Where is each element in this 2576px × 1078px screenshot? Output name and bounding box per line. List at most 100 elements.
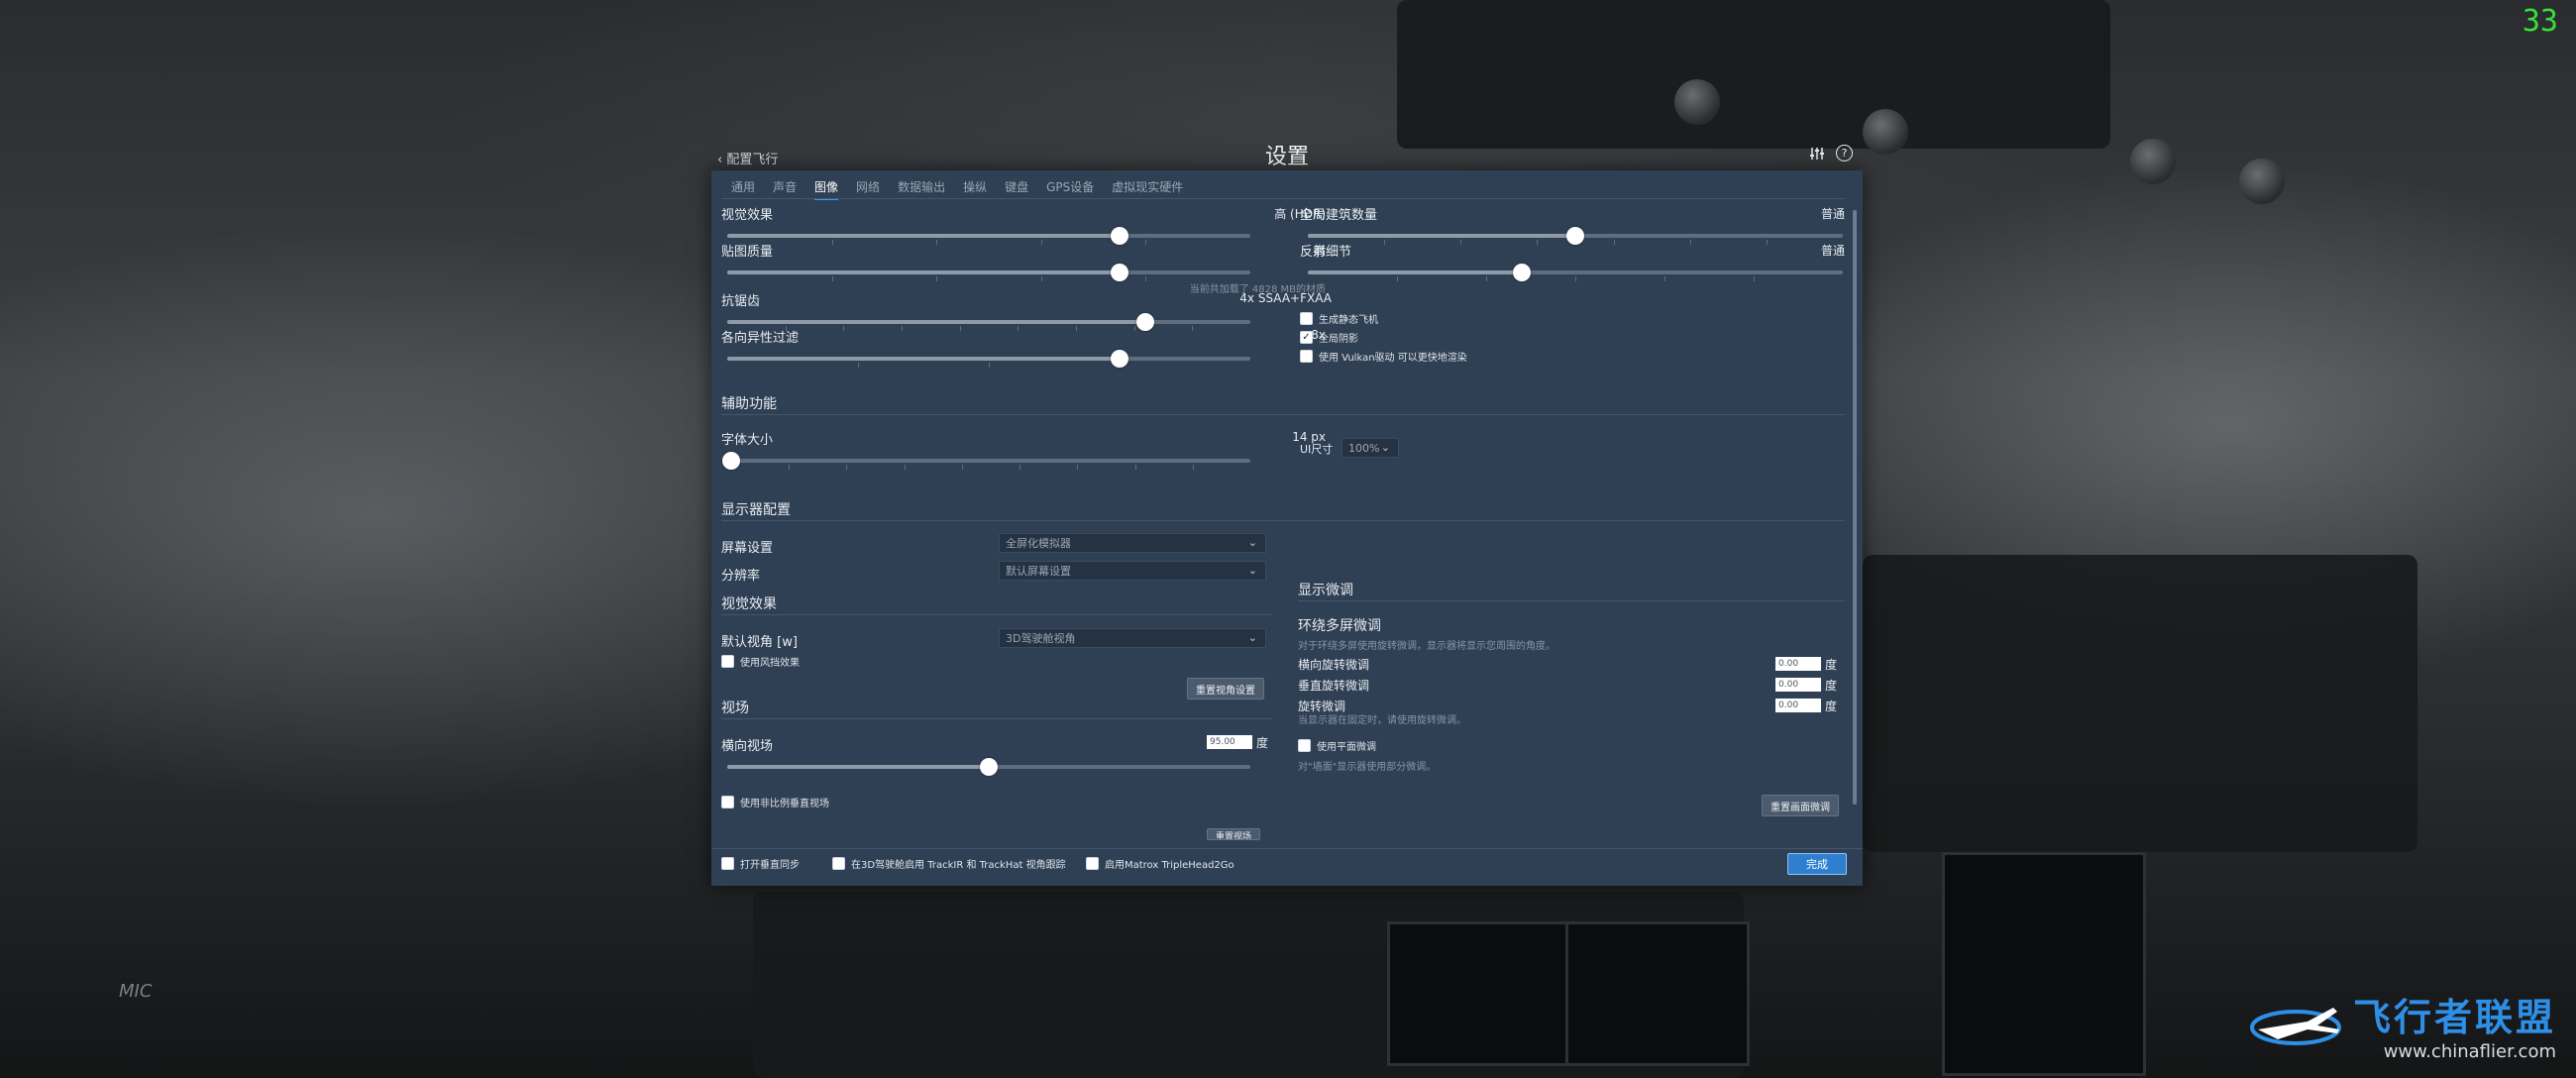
reflection-detail-slider[interactable]: [1308, 264, 1843, 281]
vertical-adjust-input[interactable]: 0.00: [1775, 678, 1821, 692]
tab-6[interactable]: 键盘: [1005, 178, 1028, 200]
checkbox-box: [1300, 350, 1313, 363]
graphics-option-label: 生成静态飞机: [1319, 315, 1378, 326]
slider-tick: [1384, 240, 1386, 245]
ui-size-label: UI尺寸: [1300, 443, 1334, 456]
slider-thumb[interactable]: [1111, 264, 1128, 281]
tab-0[interactable]: 通用: [731, 178, 755, 200]
section-divider: [721, 520, 1845, 521]
visual-effects-slider[interactable]: [727, 227, 1250, 245]
tab-7[interactable]: GPS设备: [1046, 178, 1094, 200]
graphics-option-checkbox[interactable]: 生成静态飞机: [1300, 311, 1378, 326]
slider-tick: [789, 465, 791, 470]
slider-thumb[interactable]: [980, 758, 998, 776]
help-icon[interactable]: ?: [1836, 145, 1853, 162]
trackir-checkbox[interactable]: 在3D驾驶舱启用 TrackIR 和 TrackHat 视角跟踪: [832, 856, 1066, 871]
tab-1[interactable]: 声音: [773, 178, 797, 200]
windshield-effect-label: 使用风挡效果: [740, 658, 800, 669]
tab-3[interactable]: 网络: [856, 178, 880, 200]
trackir-label: 在3D驾驶舱启用 TrackIR 和 TrackHat 视角跟踪: [851, 860, 1066, 871]
lateral-adjust-input[interactable]: 0.00: [1775, 657, 1821, 671]
matrox-checkbox[interactable]: 启用Matrox TripleHead2Go: [1086, 856, 1234, 871]
font-size-label: 字体大小: [721, 433, 774, 448]
slider-tick: [1486, 276, 1487, 281]
horizontal-fov-unit: 度: [1256, 736, 1269, 750]
reflection-detail-label: 反射细节: [1300, 245, 1352, 260]
texture-quality-slider[interactable]: [727, 264, 1250, 281]
sliders-icon[interactable]: [1808, 145, 1826, 162]
checkbox-box: [1300, 312, 1313, 325]
screen-setting-label: 屏幕设置: [721, 541, 774, 556]
windshield-effect-checkbox[interactable]: 使用风挡效果: [721, 654, 800, 669]
watermark-text: 飞行者联盟 www.chinaflier.com: [2353, 987, 2556, 1062]
section-divider: [721, 718, 1272, 719]
slider-tick: [831, 276, 833, 281]
horizontal-fov-slider[interactable]: [727, 758, 1250, 776]
graphics-option-checkbox[interactable]: 使用 Vulkan驱动 可以更快地渲染: [1300, 349, 1467, 364]
slider-tick: [1754, 276, 1755, 281]
texture-quality-value: 高: [1313, 244, 1326, 258]
horizontal-fov-input[interactable]: 95.00: [1207, 735, 1252, 749]
fps-counter: 33: [2522, 4, 2558, 39]
reset-display-adjust-button[interactable]: 重置画面微调: [1762, 795, 1839, 816]
slider-fill: [1308, 234, 1575, 238]
pfd-display: [1387, 921, 1571, 1066]
overhead-knob: [2130, 139, 2176, 184]
slider-tick: [1537, 240, 1539, 245]
done-button[interactable]: 完成: [1787, 853, 1847, 875]
plane-logo-icon: [2249, 1008, 2341, 1045]
world-objects-slider[interactable]: [1308, 227, 1843, 245]
slider-thumb[interactable]: [722, 452, 740, 470]
slider-tick: [936, 240, 938, 245]
slider-tick: [1460, 240, 1462, 245]
slider-thumb[interactable]: [1513, 264, 1531, 281]
screen-setting-select[interactable]: 全屏化模拟器 ⌄: [999, 533, 1266, 553]
font-size-slider[interactable]: [722, 452, 1250, 470]
roll-adjust-unit: 度: [1825, 700, 1838, 713]
display-adjust-section-title: 显示微调: [1298, 583, 1353, 598]
tab-4[interactable]: 数据输出: [898, 178, 945, 200]
checkbox-box: [1298, 739, 1311, 752]
default-view-select[interactable]: 3D驾驶舱视角 ⌄: [999, 628, 1266, 648]
overhead-knob: [1863, 109, 1908, 155]
tab-8[interactable]: 虚拟现实硬件: [1112, 178, 1183, 200]
chevron-down-icon: ⌄: [1380, 441, 1390, 454]
visual-section-title: 视觉效果: [721, 596, 777, 612]
resolution-select[interactable]: 默认屏幕设置 ⌄: [999, 561, 1266, 581]
surround-adjust-title: 环绕多屏微调: [1298, 618, 1381, 634]
scrollbar-thumb[interactable]: [1853, 210, 1857, 805]
world-objects-label: 全局建筑数量: [1300, 208, 1378, 223]
watermark: 飞行者联盟 www.chinaflier.com: [2248, 987, 2556, 1062]
scrollbar[interactable]: [1853, 210, 1857, 805]
nonproportional-fov-label: 使用非比例垂直视场: [740, 799, 829, 809]
flat-adjust-description: 对"墙面"显示器使用部分微调。: [1298, 762, 1437, 773]
chevron-down-icon: ⌄: [1247, 564, 1257, 577]
ui-size-select[interactable]: 100% ⌄: [1342, 438, 1399, 458]
vsync-checkbox[interactable]: 打开垂直同步: [721, 856, 800, 871]
tab-5[interactable]: 操纵: [963, 178, 987, 200]
watermark-title: 飞行者联盟: [2352, 996, 2556, 1039]
antialiasing-slider[interactable]: [727, 313, 1250, 331]
slider-tick: [1134, 465, 1136, 470]
slider-thumb[interactable]: [1111, 350, 1128, 368]
screen-setting-value: 全屏化模拟器: [1006, 537, 1071, 550]
reset-fov-button[interactable]: 重置视场: [1207, 828, 1261, 840]
slider-thumb[interactable]: [1111, 227, 1128, 245]
vertical-adjust-label: 垂直旋转微调: [1298, 679, 1370, 693]
checkbox-box: [721, 655, 734, 668]
tab-2[interactable]: 图像: [814, 178, 839, 200]
dialog-header: ‹ 配置飞行 设置 ?: [711, 135, 1863, 170]
slider-fill: [727, 320, 1146, 324]
lateral-adjust-unit: 度: [1825, 658, 1838, 672]
slider-tick: [902, 326, 903, 331]
reset-view-button[interactable]: 重置视角设置: [1187, 678, 1264, 700]
flat-adjust-checkbox[interactable]: 使用平面微调: [1298, 738, 1376, 753]
graphics-option-checkbox[interactable]: ✓ 全局阴影: [1300, 330, 1358, 345]
roll-adjust-input[interactable]: 0.00: [1775, 699, 1821, 712]
anisotropic-slider[interactable]: [727, 350, 1250, 368]
surround-adjust-description: 对于环绕多屏使用旋转微调，显示器将显示您周围的角度。: [1298, 641, 1556, 652]
slider-tick: [936, 276, 938, 281]
nonproportional-fov-checkbox[interactable]: 使用非比例垂直视场: [721, 795, 829, 809]
slider-thumb[interactable]: [1566, 227, 1584, 245]
ui-size-value: 100%: [1348, 441, 1380, 455]
